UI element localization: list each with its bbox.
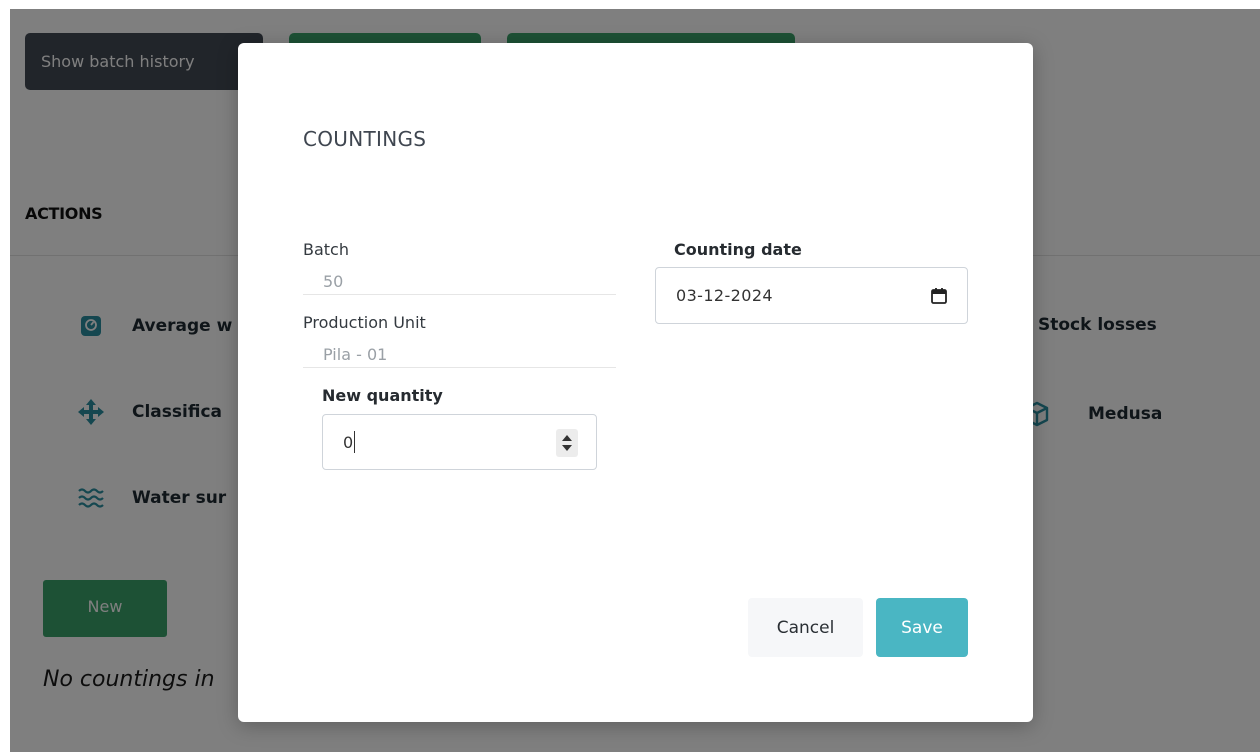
production-unit-label: Production Unit (303, 313, 426, 332)
batch-value: 50 (323, 272, 344, 291)
counting-date-value: 03-12-2024 (676, 286, 773, 305)
cancel-button[interactable]: Cancel (748, 598, 863, 657)
new-quantity-input[interactable]: 0 (322, 414, 597, 470)
stepper-up-icon[interactable] (562, 435, 572, 441)
countings-modal: COUNTINGS Batch 50 Production Unit Pila … (238, 43, 1033, 722)
batch-label: Batch (303, 240, 349, 259)
stepper-down-icon[interactable] (562, 445, 572, 451)
save-button[interactable]: Save (876, 598, 968, 657)
new-quantity-value: 0 (343, 432, 354, 452)
calendar-icon[interactable] (929, 286, 949, 306)
new-quantity-label: New quantity (322, 386, 443, 405)
production-unit-underline (303, 367, 616, 368)
quantity-stepper[interactable] (556, 429, 578, 457)
counting-date-input[interactable]: 03-12-2024 (655, 267, 968, 324)
batch-underline (303, 294, 616, 295)
text-caret (354, 431, 356, 453)
production-unit-value: Pila - 01 (323, 345, 388, 364)
modal-title: COUNTINGS (303, 127, 427, 151)
counting-date-label: Counting date (674, 240, 802, 259)
